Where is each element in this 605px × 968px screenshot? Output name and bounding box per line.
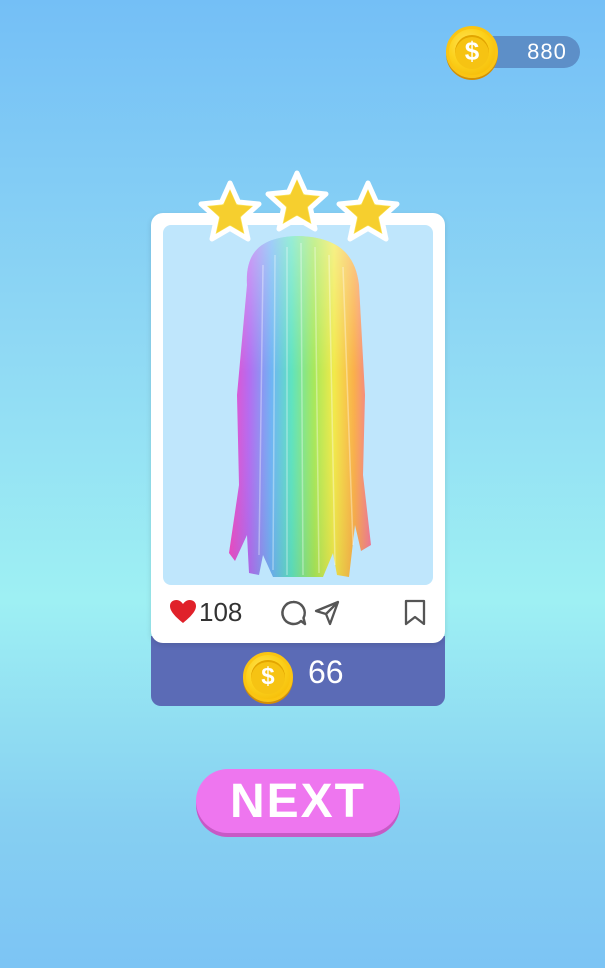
- rating-star-icon: [198, 180, 262, 242]
- hairstyle-preview: [163, 225, 433, 585]
- coin-balance-value: 880: [527, 39, 567, 64]
- share-icon[interactable]: [313, 599, 341, 627]
- result-card: 108: [151, 213, 445, 643]
- coin-icon: $: [446, 26, 498, 78]
- bookmark-icon[interactable]: [403, 599, 427, 627]
- coin-icon: $: [243, 652, 293, 702]
- comment-icon[interactable]: [279, 599, 307, 627]
- heart-icon[interactable]: [169, 599, 197, 625]
- rainbow-hair-image: [229, 236, 371, 577]
- next-button[interactable]: NEXT: [196, 769, 400, 833]
- card-reward-bar: $ 66: [151, 636, 445, 706]
- rating-star-icon: [336, 180, 400, 242]
- likes-count: 108: [199, 597, 243, 627]
- reward-value: 66: [308, 654, 344, 690]
- coin-balance: 880 $: [446, 26, 582, 78]
- rating-star-icon: [265, 170, 329, 232]
